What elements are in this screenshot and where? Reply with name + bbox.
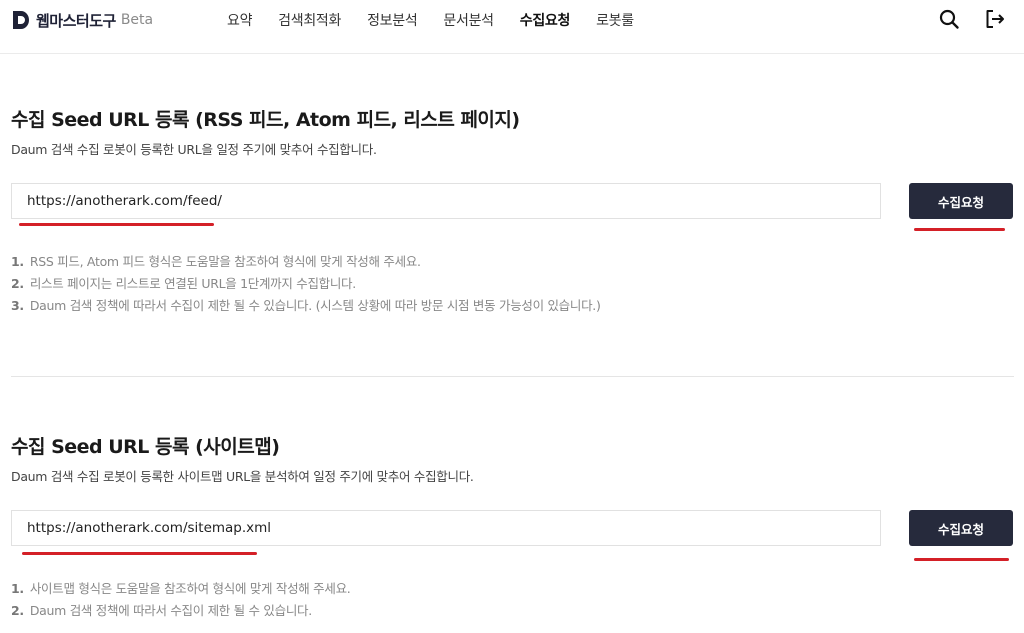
- rss-section-title: 수집 Seed URL 등록 (RSS 피드, Atom 피드, 리스트 페이지…: [11, 109, 520, 131]
- nav-summary[interactable]: 요약: [227, 10, 252, 30]
- nav-document-analysis[interactable]: 문서분석: [443, 10, 494, 30]
- rss-submit-button[interactable]: 수집요청: [909, 183, 1013, 219]
- nav-crawl-request[interactable]: 수집요청: [520, 10, 571, 30]
- rss-seed-section: 수집 Seed URL 등록 (RSS 피드, Atom 피드, 리스트 페이지…: [11, 106, 1014, 317]
- sitemap-url-input[interactable]: [11, 510, 881, 546]
- logo[interactable]: 웹마스터도구 Beta: [12, 9, 153, 31]
- list-item: 2. 리스트 페이지는 리스트로 연결된 URL을 1단계까지 수집합니다.: [11, 276, 356, 291]
- beta-badge: Beta: [120, 12, 154, 28]
- rss-notes-list: 1. RSS 피드, Atom 피드 형식은 도움말을 참조하여 형식에 맞게 작…: [11, 251, 1014, 317]
- list-item: 1. 사이트맵 형식은 도움말을 참조하여 형식에 맞게 작성해 주세요.: [11, 581, 351, 596]
- list-item: 1. RSS 피드, Atom 피드 형식은 도움말을 참조하여 형식에 맞게 작…: [11, 254, 421, 269]
- list-item: 2. Daum 검색 정책에 따라서 수집이 제한 될 수 있습니다.: [11, 603, 312, 618]
- annotation-underline-input: [22, 552, 257, 555]
- sitemap-notes-list: 1. 사이트맵 형식은 도움말을 참조하여 형식에 맞게 작성해 주세요. 2. D…: [11, 578, 1014, 622]
- annotation-underline-input: [19, 223, 214, 226]
- sitemap-section-description: Daum 검색 수집 로봇이 등록한 사이트맵 URL을 분석하여 일정 주기에…: [11, 469, 474, 484]
- search-icon[interactable]: [938, 8, 960, 30]
- list-item: 3. Daum 검색 정책에 따라서 수집이 제한 될 수 있습니다. (시스템 …: [11, 298, 601, 313]
- sitemap-section-title: 수집 Seed URL 등록 (사이트맵): [11, 436, 280, 458]
- rss-section-description: Daum 검색 수집 로봇이 등록한 URL을 일정 주기에 맞추어 수집합니다…: [11, 142, 377, 157]
- logo-text: 웹마스터도구: [36, 11, 116, 30]
- logo-d-icon: [13, 11, 29, 29]
- nav-search-optimization[interactable]: 검색최적화: [278, 10, 341, 30]
- section-divider: [11, 376, 1014, 377]
- annotation-underline-button: [914, 558, 1009, 561]
- sitemap-seed-section: 수집 Seed URL 등록 (사이트맵) Daum 검색 수집 로봇이 등록한…: [11, 433, 1014, 622]
- top-header: 웹마스터도구 Beta 요약 검색최적화 정보분석 문서분석 수집요청 로봇룰: [0, 0, 1024, 54]
- annotation-underline-button: [914, 228, 1005, 231]
- logout-icon[interactable]: [984, 8, 1006, 30]
- main-nav: 요약 검색최적화 정보분석 문서분석 수집요청 로봇룰: [214, 8, 647, 32]
- rss-url-input[interactable]: [11, 183, 881, 219]
- rss-input-row: 수집요청: [11, 183, 1014, 231]
- sitemap-submit-button[interactable]: 수집요청: [909, 510, 1013, 546]
- nav-info-analysis[interactable]: 정보분석: [367, 10, 418, 30]
- nav-robot-rules[interactable]: 로봇룰: [596, 10, 634, 30]
- sitemap-input-row: 수집요청: [11, 510, 1014, 561]
